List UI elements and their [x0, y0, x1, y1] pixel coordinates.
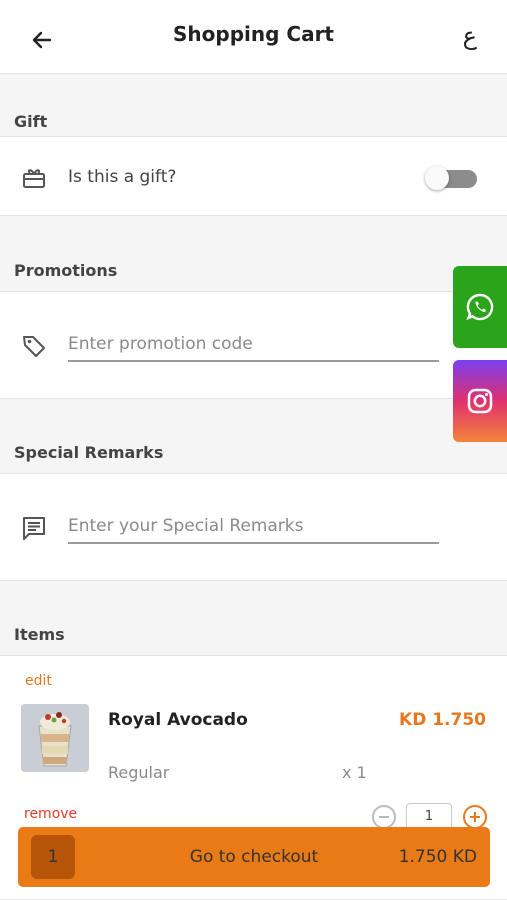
tag-icon [20, 332, 48, 360]
item-quantity-text: x 1 [342, 763, 367, 782]
product-image[interactable] [21, 704, 89, 772]
remarks-section-title: Special Remarks [14, 443, 164, 462]
instagram-icon [467, 388, 493, 414]
checkout-button[interactable]: 1 Go to checkout 1.750 KD [18, 827, 490, 887]
page-title: Shopping Cart [173, 22, 334, 46]
app-header: Shopping Cart ع [0, 0, 507, 74]
gift-card: Is this a gift? [0, 136, 507, 216]
promotions-card [0, 291, 507, 399]
instagram-button[interactable] [453, 360, 507, 442]
item-price: KD 1.750 [399, 710, 486, 730]
gift-label: Is this a gift? [68, 167, 177, 187]
gift-section-title: Gift [14, 112, 48, 131]
item-name: Royal Avocado [108, 710, 248, 730]
promotions-section-title: Promotions [14, 261, 118, 280]
gift-icon [20, 163, 48, 191]
remarks-card [0, 473, 507, 581]
toggle-knob [425, 166, 449, 190]
promotion-code-input[interactable] [68, 328, 439, 362]
edit-item-link[interactable]: edit [25, 673, 52, 689]
increase-quantity-button[interactable] [463, 805, 487, 829]
whatsapp-button[interactable] [453, 266, 507, 348]
remove-item-link[interactable]: remove [24, 806, 77, 822]
message-icon [20, 514, 48, 542]
gift-toggle[interactable] [425, 166, 477, 190]
item-variant: Regular [108, 763, 170, 782]
decrease-quantity-button[interactable] [372, 805, 396, 829]
special-remarks-input[interactable] [68, 510, 439, 544]
checkout-total: 1.750 KD [398, 847, 477, 867]
whatsapp-icon [466, 293, 494, 321]
items-section-title: Items [14, 625, 65, 644]
language-toggle-button[interactable]: ع [463, 22, 477, 50]
